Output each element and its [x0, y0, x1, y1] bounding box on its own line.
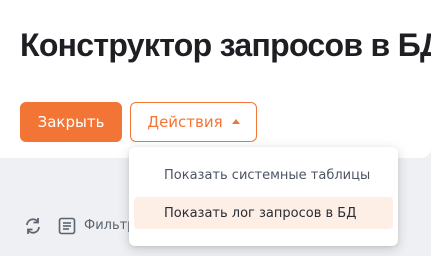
caret-up-icon: [231, 119, 240, 124]
filter-label[interactable]: Фильтр: [84, 218, 135, 233]
header-card: Конструктор запросов в БД Закрыть Действ…: [0, 0, 431, 158]
refresh-icon[interactable]: [22, 215, 44, 237]
page-title: Конструктор запросов в БД: [20, 27, 431, 63]
actions-button-label: Действия: [147, 113, 223, 131]
actions-button[interactable]: Действия: [130, 102, 257, 142]
actions-dropdown-menu: Показать системные таблицы Показать лог …: [129, 147, 398, 246]
menu-item-show-system-tables[interactable]: Показать системные таблицы: [134, 159, 393, 191]
toolbar: [22, 215, 78, 237]
menu-item-show-query-log[interactable]: Показать лог запросов в БД: [134, 197, 393, 229]
filter-list-icon[interactable]: [56, 215, 78, 237]
close-button[interactable]: Закрыть: [20, 102, 122, 142]
